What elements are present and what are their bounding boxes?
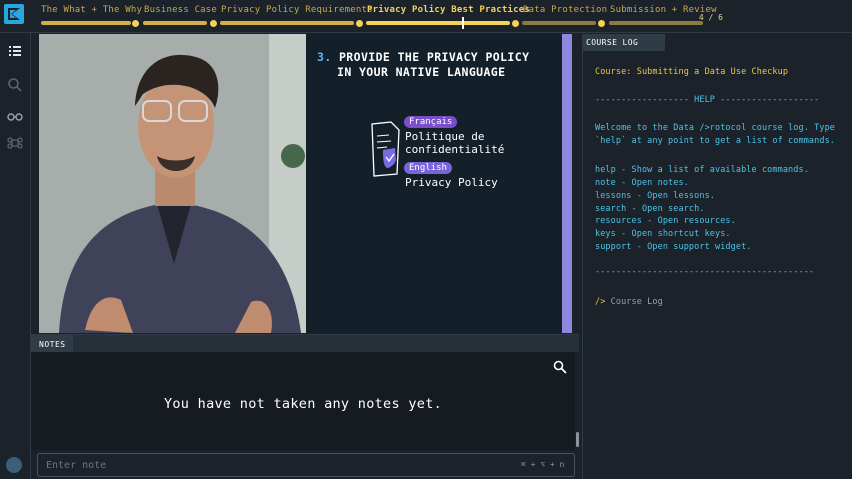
progress-track-6 [609,21,703,25]
notes-search-icon[interactable] [553,360,567,374]
log-prompt[interactable]: /> Course Log [595,297,663,307]
tab-privacy-policy-best-practices[interactable]: Privacy Policy Best Practices [367,5,530,15]
progress-dot-3 [356,20,363,27]
command-icon[interactable] [6,134,24,152]
log-command-support: support - Open support widget. [595,242,752,252]
log-command-note: note - Open notes. [595,178,689,188]
tab-the-what-the-why[interactable]: The What + The Why [41,5,142,15]
course-log-panel: COURSE LOG Course: Submitting a Data Use… [582,34,852,479]
step-counter: 4 / 6 [698,13,723,22]
top-navigation-bar: The What + The Why Business Case Privacy… [0,0,852,33]
english-badge: English [404,162,452,174]
log-end-divider: ----------------------------------------… [595,267,815,277]
list-icon[interactable] [6,42,24,60]
log-help-divider: ------------------ HELP ----------------… [595,95,820,105]
log-welcome-line-1: Welcome to the Data />rotocol course log… [595,123,836,133]
progress-dot-1 [132,20,139,27]
notes-empty-message: You have not taken any notes yet. [163,396,443,412]
progress-track-2 [143,21,207,25]
log-command-resources: resources - Open resources. [595,216,736,226]
log-prompt-text: Course Log [610,297,663,307]
notes-tab[interactable]: NOTES [31,335,73,353]
progress-track-3 [220,21,354,25]
search-icon[interactable] [6,76,24,94]
slide-accent-stripe [562,34,572,333]
tab-data-protection[interactable]: Data Protection [523,5,607,15]
progress-dot-2 [210,20,217,27]
glasses-icon[interactable] [6,107,24,125]
slide-number: 3. [317,50,332,64]
french-text-line-2: confidentialité [405,143,505,156]
log-command-help: help - Show a list of available commands… [595,165,809,175]
lesson-video[interactable] [39,34,306,333]
log-command-lessons: lessons - Open lessons. [595,191,716,201]
app-logo-icon[interactable] [4,4,24,24]
tab-privacy-policy-requirements[interactable]: Privacy Policy Requirements [221,5,373,15]
progress-dot-5 [598,20,605,27]
notes-header: NOTES [31,334,579,353]
french-translation: Politique de confidentialité [405,130,504,156]
left-sidebar [0,33,31,479]
help-icon[interactable] [6,457,22,473]
presenter-image [39,34,306,333]
progress-track-1 [41,21,131,25]
french-text-line-1: Politique de [405,130,485,143]
slide-title-line-2: IN YOUR NATIVE LANGUAGE [337,65,506,79]
log-course-line: Course: Submitting a Data Use Checkup [595,67,789,77]
french-badge: Français [404,116,458,128]
slide-title: 3. PROVIDE THE PRIVACY POLICY IN YOUR NA… [317,50,529,80]
content-scrollbar[interactable] [575,34,580,444]
progress-track-5 [522,21,596,25]
progress-position-marker [462,17,464,29]
course-log-tab[interactable]: COURSE LOG [583,34,665,51]
log-command-search: search - Open search. [595,204,705,214]
progress-dot-4 [512,20,519,27]
lesson-slide: 3. PROVIDE THE PRIVACY POLICY IN YOUR NA… [306,34,562,333]
progress-track-4 [366,21,510,25]
document-shield-icon [371,121,400,177]
note-shortcut-hint: ⌘ + ⌥ + n [521,460,565,469]
log-command-keys: keys - Open shortcut keys. [595,229,731,239]
english-translation: Privacy Policy [405,176,498,189]
log-prompt-symbol: /> [595,297,606,307]
scrollbar-thumb[interactable] [576,432,579,447]
note-input[interactable] [37,453,575,477]
slide-title-line-1: PROVIDE THE PRIVACY POLICY [338,50,530,64]
log-welcome-line-2: `help` at any point to get a list of com… [595,136,836,146]
tab-business-case[interactable]: Business Case [144,5,217,15]
lesson-tabs: The What + The Why Business Case Privacy… [36,5,852,29]
